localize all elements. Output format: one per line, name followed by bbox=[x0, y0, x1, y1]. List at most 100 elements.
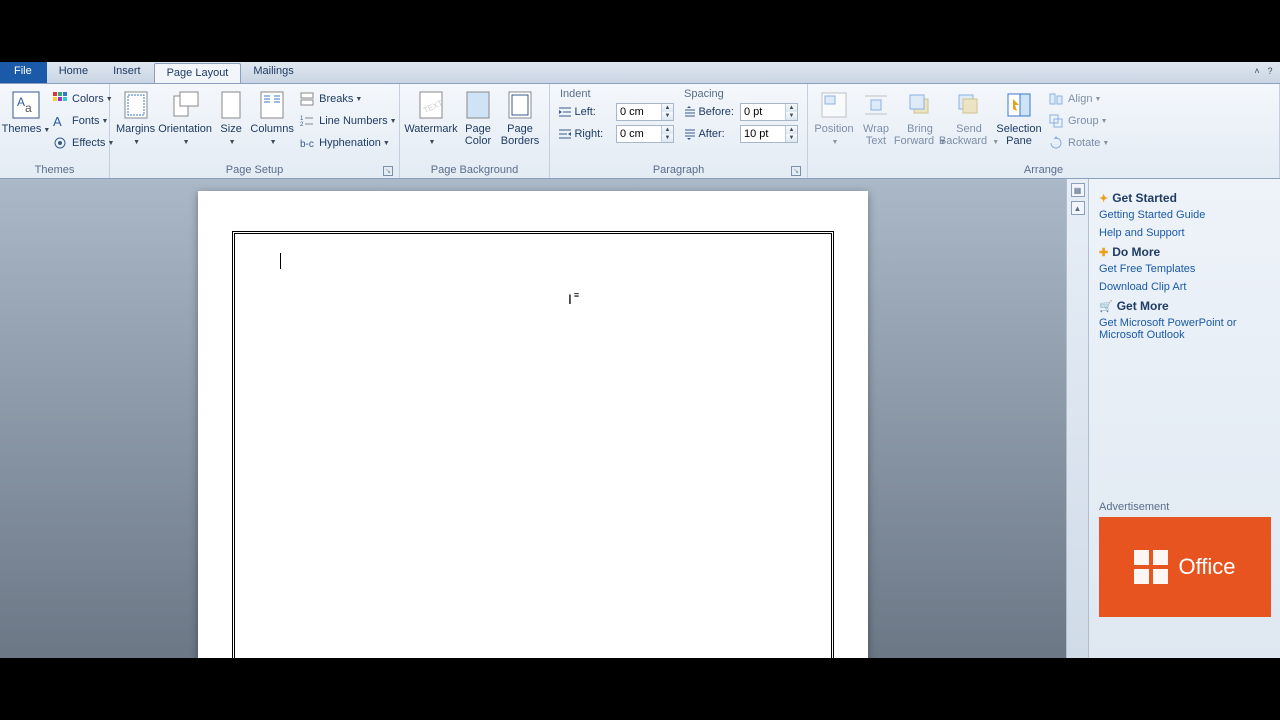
help-icon[interactable]: ? bbox=[1264, 65, 1276, 77]
ruler-toggle-icon[interactable]: ▦ bbox=[1071, 183, 1085, 197]
indent-header: Indent bbox=[558, 88, 674, 100]
svg-text:b-c: b-c bbox=[300, 139, 314, 150]
document-area[interactable]: I≡ bbox=[0, 179, 1066, 658]
minimize-ribbon-icon[interactable]: ˄ bbox=[1251, 65, 1263, 77]
align-label: Align bbox=[1068, 93, 1092, 105]
tab-file[interactable]: File bbox=[0, 62, 47, 83]
tab-mailings[interactable]: Mailings bbox=[241, 62, 306, 83]
indent-right-spinner[interactable]: ▲▼ bbox=[616, 125, 674, 143]
help-support-link[interactable]: Help and Support bbox=[1099, 227, 1270, 239]
spinner-up-icon[interactable]: ▲ bbox=[662, 104, 673, 112]
spinner-up-icon[interactable]: ▲ bbox=[786, 104, 797, 112]
spacing-after-input[interactable] bbox=[741, 126, 785, 142]
selection-pane-icon bbox=[1003, 89, 1035, 121]
line-numbers-button[interactable]: 12 Line Numbers▼ bbox=[295, 110, 400, 132]
send-backward-label: Send Backward bbox=[939, 123, 987, 147]
watermark-button[interactable]: TEXT Watermark▼ bbox=[404, 86, 458, 149]
group-paragraph: Indent Left: ▲▼ Right: ▲▼ Spacing bbox=[550, 84, 808, 178]
line-numbers-icon: 12 bbox=[299, 113, 315, 129]
margins-button[interactable]: Margins▼ bbox=[114, 86, 157, 149]
hyphenation-button[interactable]: b-c Hyphenation▼ bbox=[295, 132, 400, 154]
ibeam-pointer: I≡ bbox=[568, 291, 577, 307]
wrap-text-icon bbox=[860, 89, 892, 121]
do-more-header: ✚Do More bbox=[1099, 245, 1270, 259]
size-label: Size bbox=[220, 123, 241, 135]
spacing-before-input[interactable] bbox=[741, 104, 785, 120]
office-ad[interactable]: Office bbox=[1099, 517, 1271, 617]
send-backward-button[interactable]: Send Backward ▼ bbox=[944, 86, 994, 149]
group-objects-button[interactable]: Group▼ bbox=[1044, 110, 1113, 132]
office-ad-text: Office bbox=[1178, 554, 1235, 580]
columns-button[interactable]: Columns▼ bbox=[249, 86, 295, 149]
spinner-down-icon[interactable]: ▼ bbox=[662, 134, 673, 142]
plus-icon: ✚ bbox=[1099, 246, 1108, 259]
group-icon bbox=[1048, 113, 1064, 129]
orientation-button[interactable]: Orientation▼ bbox=[157, 86, 213, 149]
hyphenation-icon: b-c bbox=[299, 135, 315, 151]
spinner-down-icon[interactable]: ▼ bbox=[786, 112, 797, 120]
bring-forward-button[interactable]: Bring Forward ▼ bbox=[896, 86, 944, 149]
get-templates-link[interactable]: Get Free Templates bbox=[1099, 263, 1270, 275]
indent-left-label: Left: bbox=[574, 106, 616, 118]
spacing-before-label: Before: bbox=[698, 106, 740, 118]
page-setup-launcher[interactable]: ↘ bbox=[383, 166, 393, 176]
size-button[interactable]: Size▼ bbox=[213, 86, 249, 149]
colors-button[interactable]: Colors▼ bbox=[48, 88, 118, 110]
ribbon-tabs: File Home Insert Page Layout Mailings ˄ … bbox=[0, 62, 1280, 84]
bring-forward-label: Bring Forward bbox=[894, 123, 934, 147]
effects-icon bbox=[52, 135, 68, 151]
tab-home[interactable]: Home bbox=[47, 62, 101, 83]
bring-forward-icon bbox=[904, 89, 936, 121]
page-borders-icon bbox=[504, 89, 536, 121]
tab-insert[interactable]: Insert bbox=[101, 62, 154, 83]
orientation-label: Orientation bbox=[158, 123, 212, 135]
effects-button[interactable]: Effects▼ bbox=[48, 132, 118, 154]
side-panel: ✦Get Started Getting Started Guide Help … bbox=[1088, 179, 1280, 658]
scroll-up-icon[interactable]: ▲ bbox=[1071, 201, 1085, 215]
fonts-icon: A bbox=[52, 113, 68, 129]
spacing-before-spinner[interactable]: ▲▼ bbox=[740, 103, 798, 121]
margins-icon bbox=[120, 89, 152, 121]
get-powerpoint-outlook-link[interactable]: Get Microsoft PowerPoint or Microsoft Ou… bbox=[1099, 317, 1270, 341]
word-starter-window: File Home Insert Page Layout Mailings ˄ … bbox=[0, 62, 1280, 658]
ribbon: Aa Themes▼ Colors▼ A Fonts▼ Effe bbox=[0, 84, 1280, 179]
page-color-button[interactable]: Page Color bbox=[458, 86, 498, 147]
tab-page-layout[interactable]: Page Layout bbox=[154, 63, 242, 83]
download-clipart-link[interactable]: Download Clip Art bbox=[1099, 281, 1270, 293]
svg-text:a: a bbox=[25, 101, 32, 115]
spinner-up-icon[interactable]: ▲ bbox=[786, 126, 797, 134]
indent-right-input[interactable] bbox=[617, 126, 661, 142]
wrap-text-label: Wrap Text bbox=[863, 123, 889, 147]
spinner-down-icon[interactable]: ▼ bbox=[786, 134, 797, 142]
page[interactable]: I≡ bbox=[198, 191, 868, 658]
indent-left-input[interactable] bbox=[617, 104, 661, 120]
spacing-after-icon bbox=[682, 127, 696, 141]
svg-text:A: A bbox=[53, 114, 62, 128]
themes-button[interactable]: Aa Themes▼ bbox=[4, 86, 48, 137]
selection-pane-button[interactable]: Selection Pane bbox=[994, 86, 1044, 147]
align-button[interactable]: Align▼ bbox=[1044, 88, 1113, 110]
group-page-setup-label: Page Setup↘ bbox=[114, 164, 395, 178]
fonts-button[interactable]: A Fonts▼ bbox=[48, 110, 118, 132]
spinner-down-icon[interactable]: ▼ bbox=[662, 112, 673, 120]
page-borders-button[interactable]: Page Borders bbox=[498, 86, 542, 147]
getting-started-guide-link[interactable]: Getting Started Guide bbox=[1099, 209, 1270, 221]
position-label: Position bbox=[814, 123, 853, 135]
position-button[interactable]: Position▼ bbox=[812, 86, 856, 149]
indent-left-spinner[interactable]: ▲▼ bbox=[616, 103, 674, 121]
wrap-text-button[interactable]: Wrap Text bbox=[856, 86, 896, 147]
spacing-after-spinner[interactable]: ▲▼ bbox=[740, 125, 798, 143]
rotate-icon bbox=[1048, 135, 1064, 151]
breaks-button[interactable]: Breaks▼ bbox=[295, 88, 400, 110]
margins-label: Margins bbox=[116, 123, 155, 135]
breaks-label: Breaks bbox=[319, 93, 353, 105]
spinner-up-icon[interactable]: ▲ bbox=[662, 126, 673, 134]
send-backward-icon bbox=[953, 89, 985, 121]
themes-icon: Aa bbox=[10, 89, 42, 121]
group-page-background: TEXT Watermark▼ Page Color Page Borders … bbox=[400, 84, 550, 178]
hyphenation-label: Hyphenation bbox=[319, 137, 381, 149]
paragraph-launcher[interactable]: ↘ bbox=[791, 166, 801, 176]
rotate-button[interactable]: Rotate▼ bbox=[1044, 132, 1113, 154]
text-cursor bbox=[280, 253, 281, 269]
group-objects-label: Group bbox=[1068, 115, 1099, 127]
